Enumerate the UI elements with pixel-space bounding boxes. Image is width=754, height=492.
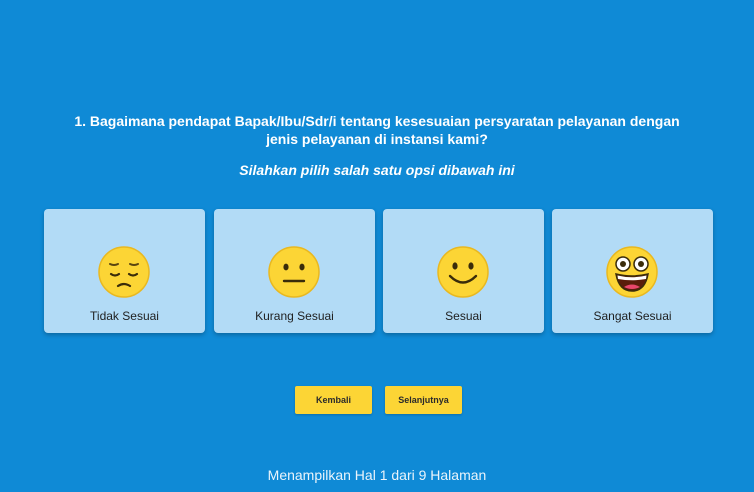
option-label: Sangat Sesuai xyxy=(593,309,672,323)
option-label: Sesuai xyxy=(445,309,482,323)
option-label: Kurang Sesuai xyxy=(255,309,334,323)
option-tidak-sesuai[interactable]: Tidak Sesuai xyxy=(44,209,205,333)
next-button[interactable]: Selanjutnya xyxy=(385,386,462,414)
survey-page: 1. Bagaimana pendapat Bapak/Ibu/Sdr/i te… xyxy=(0,0,754,492)
option-label: Tidak Sesuai xyxy=(90,309,159,323)
grinning-face-icon xyxy=(606,246,658,298)
sad-face-icon xyxy=(98,246,150,298)
instruction-text: Silahkan pilih salah satu opsi dibawah i… xyxy=(239,162,515,178)
option-sesuai[interactable]: Sesuai xyxy=(383,209,544,333)
page-indicator: Menampilkan Hal 1 dari 9 Halaman xyxy=(267,467,487,483)
option-sangat-sesuai[interactable]: Sangat Sesuai xyxy=(552,209,713,333)
question-text: 1. Bagaimana pendapat Bapak/Ibu/Sdr/i te… xyxy=(74,113,680,147)
neutral-face-icon xyxy=(268,246,320,298)
back-button[interactable]: Kembali xyxy=(295,386,372,414)
smiling-face-icon xyxy=(437,246,489,298)
option-kurang-sesuai[interactable]: Kurang Sesuai xyxy=(214,209,375,333)
answer-options: Tidak Sesuai Kurang Sesuai Sesuai Sangat… xyxy=(44,209,714,333)
